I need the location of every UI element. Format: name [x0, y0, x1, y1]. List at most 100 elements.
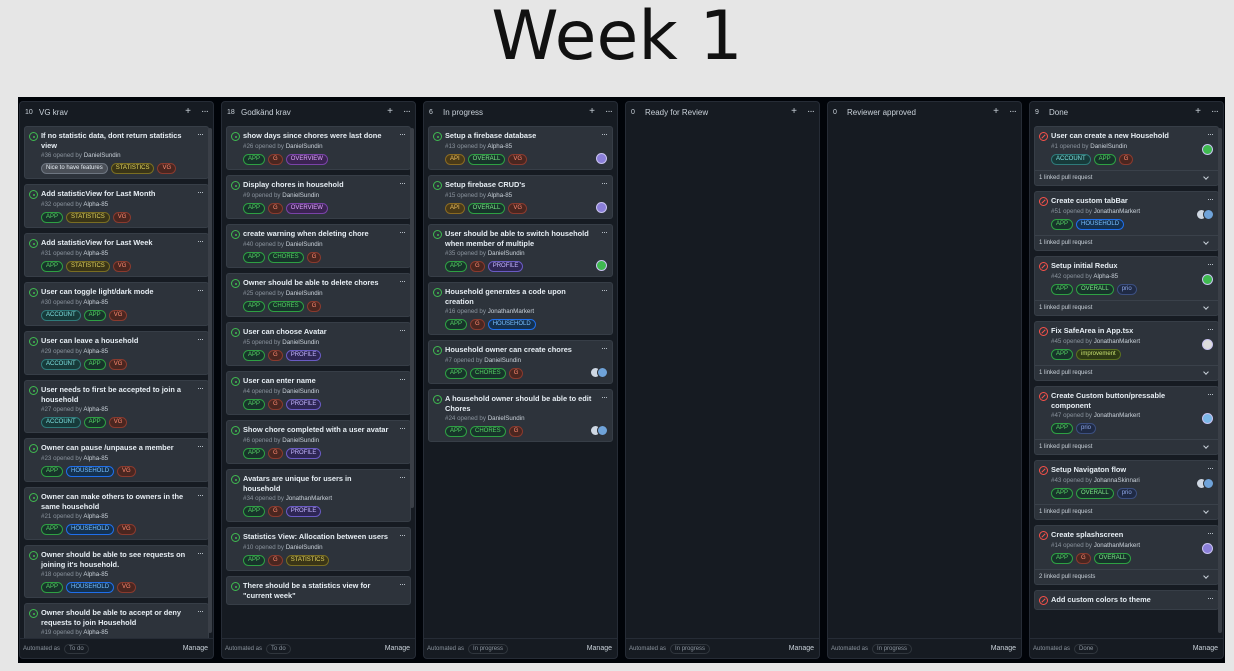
label-badge[interactable]: VG [157, 163, 177, 174]
issue-author[interactable]: DanielSundin [286, 544, 323, 551]
column-scrollbar[interactable] [208, 128, 212, 633]
label-badge[interactable]: STATISTICS [66, 212, 110, 223]
issue-card[interactable]: Owner should be able to delete chores ···… [226, 273, 411, 317]
label-badge[interactable]: prio [1116, 284, 1137, 295]
label-badge[interactable]: ACCOUNT [41, 359, 81, 370]
card-more-icon[interactable]: ··· [399, 530, 406, 540]
label-badge[interactable]: VG [108, 359, 128, 370]
linked-pull-requests[interactable]: 1 linked pull request [1035, 235, 1218, 250]
issue-author[interactable]: DanielSundin [1090, 143, 1127, 150]
card-more-icon[interactable]: ··· [601, 343, 608, 353]
avatar[interactable] [596, 202, 607, 213]
label-badge[interactable]: G [268, 399, 283, 410]
card-more-icon[interactable]: ··· [197, 606, 204, 616]
issue-card[interactable]: Add statisticView for Last Month ··· #32 o… [24, 184, 209, 228]
card-more-icon[interactable]: ··· [399, 178, 406, 188]
issue-title[interactable]: Owner can pause /unpause a member [41, 443, 174, 453]
label-badge[interactable]: VG [117, 466, 136, 477]
issue-card[interactable]: show days since chores were last done ···… [226, 126, 411, 170]
card-more-icon[interactable]: ··· [197, 441, 204, 451]
label-badge[interactable]: G [268, 350, 283, 361]
issue-card[interactable]: Owner can pause /unpause a member ··· #23 … [24, 438, 209, 482]
label-badge[interactable]: G [470, 261, 485, 272]
label-badge[interactable]: G [1076, 553, 1091, 564]
issue-card[interactable]: User can leave a household ··· #29 opened … [24, 331, 209, 375]
avatar[interactable] [1202, 144, 1213, 155]
issue-card[interactable]: Owner can make others to owners in the s… [24, 487, 209, 540]
card-more-icon[interactable]: ··· [601, 178, 608, 188]
label-badge[interactable]: APP [1051, 219, 1074, 230]
add-card-icon[interactable]: + [993, 107, 999, 117]
label-badge[interactable]: APP [243, 399, 266, 410]
column-more-icon[interactable]: ··· [403, 107, 411, 117]
issue-title[interactable]: Setup Navigaton flow [1051, 465, 1126, 475]
issue-author[interactable]: Alpha-85 [83, 629, 108, 636]
issue-card[interactable]: Household owner can create chores ··· #7 o… [428, 340, 613, 384]
column-more-icon[interactable]: ··· [605, 107, 613, 117]
label-badge[interactable]: STATISTICS [66, 261, 110, 272]
label-badge[interactable]: G [268, 506, 283, 517]
label-badge[interactable]: OVERALL [1093, 553, 1132, 564]
issue-title[interactable]: Create Custom button/pressable component [1051, 391, 1198, 410]
issue-title[interactable]: Display chores in household [243, 180, 344, 190]
label-badge[interactable]: STATISTICS [285, 555, 330, 566]
label-badge[interactable]: APP [445, 368, 468, 379]
card-more-icon[interactable]: ··· [197, 187, 204, 197]
label-badge[interactable]: CHORES [470, 368, 506, 379]
issue-author[interactable]: Alpha-85 [83, 455, 108, 462]
issue-card[interactable]: If no statistic data, dont return statis… [24, 126, 209, 179]
card-more-icon[interactable]: ··· [399, 374, 406, 384]
label-badge[interactable]: VG [112, 212, 132, 223]
issue-author[interactable]: JohannaSkinnari [1094, 477, 1140, 484]
issue-author[interactable]: Alpha-85 [487, 143, 512, 150]
label-badge[interactable]: VG [508, 154, 528, 165]
label-badge[interactable]: OVERVIEW [285, 203, 328, 214]
card-more-icon[interactable]: ··· [601, 392, 608, 402]
issue-author[interactable]: JonathanMarkert [1094, 208, 1140, 215]
avatar[interactable] [1202, 274, 1213, 285]
issue-card[interactable]: User needs to first be accepted to join … [24, 380, 209, 433]
add-card-icon[interactable]: + [387, 107, 393, 117]
label-badge[interactable]: APP [243, 506, 266, 517]
label-badge[interactable]: HOUSEHOLD [66, 524, 115, 535]
manage-automation-button[interactable]: Manage [587, 645, 612, 652]
linked-pull-requests[interactable]: 2 linked pull requests [1035, 569, 1218, 584]
column-more-icon[interactable]: ··· [1211, 107, 1219, 117]
label-badge[interactable]: OVERALL [467, 154, 506, 165]
label-badge[interactable]: APP [41, 524, 64, 535]
issue-author[interactable]: JonathanMarkert [286, 495, 332, 502]
issue-title[interactable]: Household generates a code upon creation [445, 287, 592, 306]
label-badge[interactable]: PROFILE [285, 506, 322, 517]
card-more-icon[interactable]: ··· [1207, 463, 1214, 473]
chevron-down-icon[interactable] [1203, 239, 1209, 245]
label-badge[interactable]: APP [243, 555, 266, 566]
card-more-icon[interactable]: ··· [197, 383, 204, 393]
issue-card[interactable]: Add custom colors to theme ··· [1034, 590, 1219, 610]
label-badge[interactable]: G [1118, 154, 1134, 165]
label-badge[interactable]: APP [445, 261, 468, 272]
label-badge[interactable]: APP [243, 203, 266, 214]
issue-author[interactable]: JonathanMarkert [488, 308, 534, 315]
label-badge[interactable]: VG [112, 261, 132, 272]
issue-card[interactable]: Owner should be able to see requests on … [24, 545, 209, 598]
card-more-icon[interactable]: ··· [399, 579, 406, 589]
label-badge[interactable]: APP [1051, 423, 1074, 434]
issue-title[interactable]: User can enter name [243, 376, 316, 386]
card-more-icon[interactable]: ··· [1207, 129, 1214, 139]
label-badge[interactable]: API [445, 203, 465, 214]
avatar[interactable] [596, 153, 607, 164]
issue-card[interactable]: User should be able to switch household … [428, 224, 613, 277]
issue-card[interactable]: Display chores in household ··· #9 opened … [226, 175, 411, 219]
issue-card[interactable]: User can choose Avatar ··· #5 opened by Da… [226, 322, 411, 366]
linked-pull-requests[interactable]: 1 linked pull request [1035, 365, 1218, 380]
issue-author[interactable]: DanielSundin [488, 415, 525, 422]
label-badge[interactable]: VG [508, 203, 528, 214]
manage-automation-button[interactable]: Manage [1193, 645, 1218, 652]
issue-author[interactable]: DanielSundin [286, 143, 323, 150]
issue-author[interactable]: Alpha-85 [83, 513, 108, 520]
avatar[interactable] [1202, 339, 1213, 350]
label-badge[interactable]: APP [1051, 284, 1074, 295]
label-badge[interactable]: APP [83, 310, 106, 321]
issue-title[interactable]: Create custom tabBar [1051, 196, 1128, 206]
card-more-icon[interactable]: ··· [399, 227, 406, 237]
